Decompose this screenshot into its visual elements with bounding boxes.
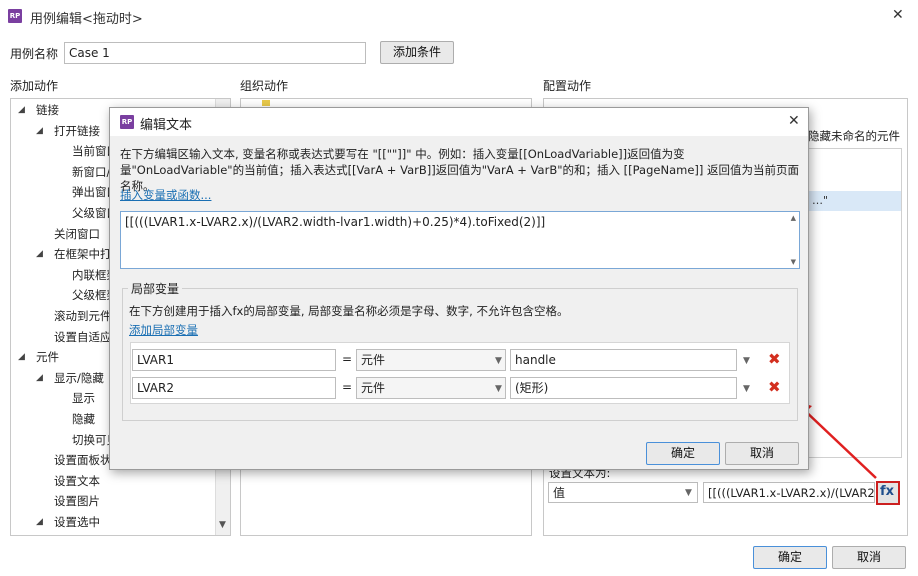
- case-name-input[interactable]: Case 1: [64, 42, 366, 64]
- local-var-target-select[interactable]: (矩形): [510, 377, 737, 399]
- expression-text: [[(((LVAR1.x-LVAR2.x)/(LVAR2.width-lvar1…: [125, 215, 546, 229]
- tree-item[interactable]: 在框架中打: [54, 245, 112, 263]
- window-close-icon[interactable]: ✕: [892, 7, 904, 23]
- local-var-type-select[interactable]: 元件: [356, 349, 506, 371]
- tree-item[interactable]: 设置图片: [54, 492, 100, 510]
- dialog-cancel-button[interactable]: 取消: [725, 442, 799, 465]
- dialog-logo-icon: RP: [120, 115, 134, 129]
- local-var-type-chevron-down-icon[interactable]: ▼: [495, 356, 502, 366]
- widget-row-fragment: …": [812, 194, 829, 207]
- tree-item[interactable]: 滚动到元件: [54, 307, 112, 325]
- fx-icon: fx: [880, 484, 895, 499]
- dialog-description: 在下方编辑区输入文本, 变量名称或表达式要写在 "[[""]]" 中。例如：插入…: [120, 147, 800, 193]
- delete-local-var-icon[interactable]: ✖: [768, 380, 781, 395]
- tree-expand-icon[interactable]: ◢: [36, 373, 43, 383]
- hide-unnamed-label[interactable]: 隐藏未命名的元件: [808, 128, 900, 144]
- tree-item[interactable]: 隐藏: [72, 410, 95, 428]
- expression-editor[interactable]: [[(((LVAR1.x-LVAR2.x)/(LVAR2.width-lvar1…: [120, 211, 800, 269]
- tree-expand-icon[interactable]: ◢: [36, 249, 43, 259]
- edit-text-dialog: RP 编辑文本 ✕ 在下方编辑区输入文本, 变量名称或表达式要写在 "[[""]…: [109, 107, 809, 470]
- main-cancel-button[interactable]: 取消: [832, 546, 906, 569]
- window-titlebar: RP 用例编辑<拖动时> ✕: [0, 0, 918, 32]
- local-var-equals: =: [342, 380, 353, 394]
- local-var-name-input[interactable]: LVAR1: [132, 349, 336, 371]
- tree-item[interactable]: 设置面板状: [54, 451, 112, 469]
- tree-item[interactable]: 设置选中: [54, 513, 100, 531]
- editor-scroll-up-icon[interactable]: ▲: [791, 214, 796, 222]
- delete-local-var-icon[interactable]: ✖: [768, 352, 781, 367]
- editor-scroll-down-icon[interactable]: ▼: [791, 258, 796, 266]
- case-node-icon: [262, 100, 270, 106]
- tree-item[interactable]: 设置自适应: [54, 328, 112, 346]
- local-vars-legend: 局部变量: [128, 280, 183, 297]
- dialog-titlebar: RP 编辑文本 ✕: [110, 108, 808, 136]
- tree-expand-icon[interactable]: ◢: [36, 126, 43, 136]
- configure-actions-heading: 配置动作: [543, 79, 592, 93]
- fx-button[interactable]: fx: [876, 481, 900, 505]
- main-ok-button[interactable]: 确定: [753, 546, 827, 569]
- dialog-close-icon[interactable]: ✕: [788, 113, 800, 129]
- tree-expand-icon[interactable]: ◢: [18, 105, 25, 115]
- tree-expand-icon[interactable]: ◢: [18, 352, 25, 362]
- dialog-title: 编辑文本: [140, 118, 193, 133]
- app-logo-icon: RP: [8, 9, 22, 23]
- add-actions-heading: 添加动作: [10, 79, 59, 93]
- tree-item[interactable]: 打开链接: [54, 122, 100, 140]
- case-name-label: 用例名称: [10, 47, 59, 61]
- add-local-variable-link[interactable]: 添加局部变量: [129, 322, 198, 338]
- local-var-equals: =: [342, 352, 353, 366]
- tree-item[interactable]: 设置文本: [54, 472, 100, 490]
- local-var-target-chevron-down-icon[interactable]: ▼: [743, 384, 750, 394]
- value-text-input[interactable]: [[(((LVAR1.x-LVAR2.x)/(LVAR2.wi: [703, 482, 875, 503]
- tree-item[interactable]: 显示: [72, 389, 95, 407]
- window-title: 用例编辑<拖动时>: [30, 12, 143, 27]
- local-var-name-input[interactable]: LVAR2: [132, 377, 336, 399]
- local-var-type-select[interactable]: 元件: [356, 377, 506, 399]
- tree-item[interactable]: 链接: [36, 101, 59, 119]
- local-var-target-select[interactable]: handle: [510, 349, 737, 371]
- local-vars-hint: 在下方创建用于插入fx的局部变量, 局部变量名称必须是字母、数字, 不允许包含空…: [129, 304, 569, 318]
- tree-item[interactable]: 关闭窗口: [54, 225, 100, 243]
- add-condition-button[interactable]: 添加条件: [380, 41, 454, 64]
- value-type-chevron-down-icon[interactable]: ▼: [685, 488, 692, 498]
- dialog-ok-button[interactable]: 确定: [646, 442, 720, 465]
- scroll-down-arrow-icon[interactable]: ▼: [219, 520, 226, 530]
- local-var-target-chevron-down-icon[interactable]: ▼: [743, 356, 750, 366]
- tree-expand-icon[interactable]: ◢: [36, 517, 43, 527]
- value-type-select[interactable]: 值: [548, 482, 698, 503]
- local-var-type-chevron-down-icon[interactable]: ▼: [495, 384, 502, 394]
- tree-item[interactable]: 元件: [36, 348, 59, 366]
- organize-actions-heading: 组织动作: [240, 79, 289, 93]
- tree-item[interactable]: 新窗口/: [72, 163, 110, 181]
- insert-variable-link[interactable]: 插入变量或函数...: [120, 187, 211, 203]
- tree-item[interactable]: 显示/隐藏: [54, 369, 104, 387]
